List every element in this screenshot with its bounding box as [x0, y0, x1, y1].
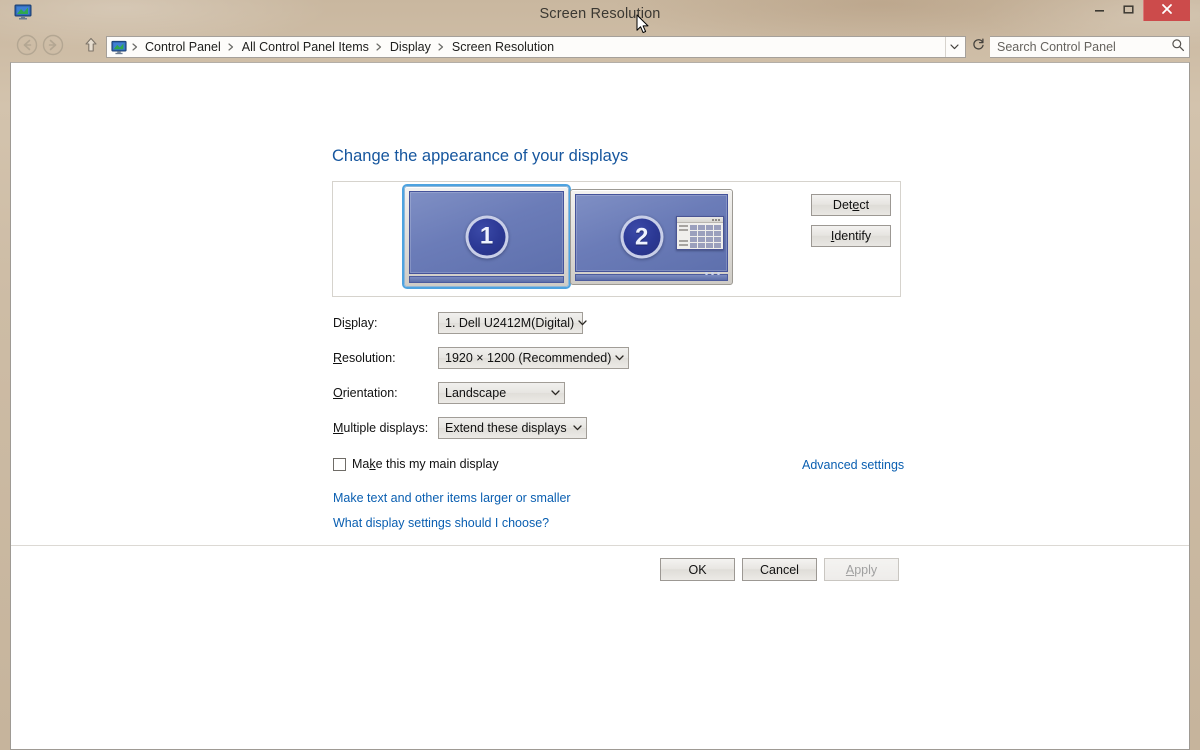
detect-label-pre: Det — [832, 198, 853, 212]
monitor-1[interactable]: 1 — [404, 186, 569, 287]
breadcrumb-item-screen-resolution[interactable]: Screen Resolution — [447, 39, 559, 55]
up-arrow-icon — [83, 36, 99, 59]
window-title: Screen Resolution — [539, 6, 661, 22]
search-input[interactable] — [997, 40, 1171, 54]
identify-label-post: dentify — [834, 229, 872, 243]
breadcrumb-separator — [129, 43, 140, 51]
make-main-display-checkbox[interactable] — [333, 457, 346, 471]
back-arrow-icon — [15, 33, 39, 62]
display-select-value: 1. Dell U2412M(Digital) — [445, 316, 575, 330]
maximize-button[interactable] — [1114, 0, 1143, 21]
monitor-number-badge: 1 — [465, 215, 508, 258]
orientation-label-accel: O — [333, 386, 343, 400]
monitor-2[interactable]: 2 — [570, 189, 733, 285]
orientation-label-post: rientation: — [342, 386, 398, 400]
multiple-displays-label: Multiple displays: — [333, 421, 428, 435]
resolution-select[interactable]: 1920 × 1200 (Recommended) — [438, 347, 629, 369]
address-bar: Control Panel All Control Panel Items Di… — [10, 32, 1190, 62]
monitor-taskbar — [575, 271, 728, 281]
what-display-settings-link[interactable]: What display settings should I choose? — [333, 516, 549, 530]
breadcrumb[interactable]: Control Panel All Control Panel Items Di… — [106, 36, 966, 58]
display-monitor-icon — [111, 40, 127, 55]
maximize-icon — [1123, 2, 1134, 20]
detect-button[interactable]: Detect — [811, 194, 891, 216]
resolution-label-post: esolution: — [342, 351, 396, 365]
cancel-button[interactable]: Cancel — [742, 558, 817, 581]
client-area: Change the appearance of your displays 1… — [10, 62, 1190, 750]
forward-arrow-icon — [41, 33, 65, 62]
search-box[interactable] — [990, 36, 1190, 58]
minimize-icon — [1094, 2, 1105, 20]
make-main-display-label: Make this my main display — [352, 457, 499, 471]
up-button[interactable] — [80, 34, 102, 60]
breadcrumb-item-all-control-panel-items[interactable]: All Control Panel Items — [237, 39, 374, 55]
multiple-displays-label-post: ultiple displays: — [343, 421, 429, 435]
ok-button[interactable]: OK — [660, 558, 735, 581]
orientation-select[interactable]: Landscape — [438, 382, 565, 404]
apply-label-accel: A — [845, 562, 855, 577]
breadcrumb-separator — [374, 43, 385, 51]
multiple-displays-select-value: Extend these displays — [445, 421, 567, 435]
monitor-number-badge: 2 — [620, 215, 664, 259]
breadcrumb-item-display[interactable]: Display — [385, 39, 436, 55]
monitor-window-thumbnail-icon — [676, 216, 724, 250]
refresh-button[interactable] — [966, 36, 990, 58]
search-icon[interactable] — [1171, 38, 1185, 57]
forward-button[interactable] — [40, 34, 66, 60]
resolution-label-accel: R — [333, 351, 343, 365]
chevron-down-icon[interactable] — [574, 320, 591, 326]
footer-divider — [11, 545, 1189, 546]
minimize-button[interactable] — [1085, 0, 1114, 21]
caption-buttons — [1085, 0, 1190, 22]
make-main-display-label-pre: Ma — [352, 457, 370, 471]
refresh-icon — [972, 38, 985, 56]
resolution-select-value: 1920 × 1200 (Recommended) — [445, 351, 612, 365]
page-title: Change the appearance of your displays — [332, 147, 629, 165]
chevron-down-icon[interactable] — [611, 355, 628, 361]
display-select[interactable]: 1. Dell U2412M(Digital) — [438, 312, 587, 334]
chevron-down-icon[interactable] — [547, 390, 564, 396]
display-label-post: play: — [351, 316, 378, 330]
chevron-down-icon[interactable] — [569, 425, 586, 431]
resolution-label: Resolution: — [333, 351, 396, 365]
title-bar: Screen Resolution — [10, 0, 1190, 32]
orientation-select-value: Landscape — [445, 386, 507, 400]
identify-button[interactable]: Identify — [811, 225, 891, 247]
back-button[interactable] — [14, 34, 40, 60]
close-icon — [1161, 2, 1173, 20]
display-label: Display: — [333, 316, 377, 330]
apply-button: Apply — [824, 558, 899, 581]
close-button[interactable] — [1143, 0, 1190, 21]
detect-label-post: ct — [859, 198, 870, 212]
breadcrumb-item-control-panel[interactable]: Control Panel — [140, 39, 226, 55]
settings-page: Change the appearance of your displays 1… — [11, 63, 1189, 749]
multiple-displays-select[interactable]: Extend these displays — [438, 417, 587, 439]
chevron-down-icon[interactable] — [945, 37, 963, 57]
advanced-settings-link[interactable]: Advanced settings — [802, 458, 904, 472]
apply-label-post: pply — [854, 562, 878, 577]
make-main-display-label-post: e this my main display — [375, 457, 499, 471]
breadcrumb-separator — [436, 43, 447, 51]
orientation-label: Orientation: — [333, 386, 398, 400]
multiple-displays-label-accel: M — [333, 421, 344, 435]
monitor-taskbar — [409, 276, 564, 283]
make-main-display-row[interactable]: Make this my main display — [333, 457, 499, 471]
breadcrumb-separator — [226, 43, 237, 51]
make-text-larger-link[interactable]: Make text and other items larger or smal… — [333, 491, 571, 505]
display-label-pre: Di — [333, 316, 345, 330]
taskbar-dots-icon — [705, 271, 720, 275]
window-frame: Screen Resolution Control Panel All Cont… — [0, 0, 1200, 750]
